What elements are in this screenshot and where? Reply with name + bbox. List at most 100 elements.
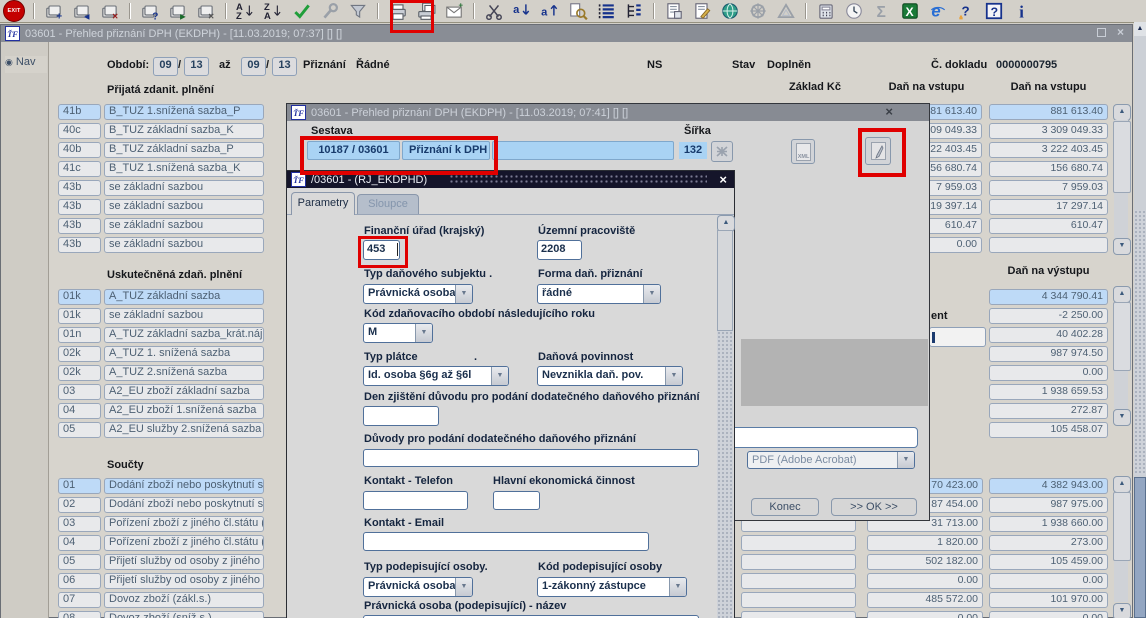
a-up-icon[interactable]: a xyxy=(539,1,561,22)
rec-back-icon[interactable]: ◂ xyxy=(71,1,93,22)
excel-icon[interactable]: X xyxy=(899,1,921,22)
row-label-cell[interactable]: se základní sazbou xyxy=(104,218,264,234)
globe-icon[interactable] xyxy=(719,1,741,22)
row-label-cell[interactable]: Pořízení zboží z jiného čl.státu (zákl. … xyxy=(104,516,264,532)
row-code-cell[interactable]: 43b xyxy=(58,218,101,234)
row-value-cell[interactable]: 1 938 660.00 xyxy=(989,516,1108,532)
row-label-cell[interactable]: A2_EU zboží základní sazba xyxy=(104,384,264,400)
row-label-cell[interactable]: se základní sazbou xyxy=(104,199,264,215)
close-icon[interactable]: × xyxy=(1117,25,1124,39)
row-label-cell[interactable]: A_TUZ 2.snížená sazba xyxy=(104,365,264,381)
a-down-icon[interactable]: a xyxy=(511,1,533,22)
doc-calc-icon[interactable] xyxy=(663,1,685,22)
report-filename-input[interactable] xyxy=(731,427,918,448)
row-label-cell[interactable]: Dodání zboží nebo poskytnutí služby xyxy=(104,478,264,494)
row-label-cell[interactable]: Dovoz zboží (zákl.s.) xyxy=(104,592,264,608)
sirka-value[interactable]: 132 xyxy=(679,142,707,159)
ok-button[interactable]: >> OK >> xyxy=(831,498,917,516)
hec-input[interactable] xyxy=(493,491,540,510)
tp-dropdown[interactable]: Id. osoba §6g až §6l ▼ xyxy=(363,366,509,386)
scrollbar-thumb[interactable] xyxy=(1113,492,1131,561)
row-label-cell[interactable]: se základní sazbou xyxy=(104,180,264,196)
calculator-icon[interactable] xyxy=(815,1,837,22)
fp-dropdown[interactable]: řádné ▼ xyxy=(537,284,661,304)
konec-button[interactable]: Konec xyxy=(751,498,819,516)
row-label-cell[interactable]: Pořízení zboží z jiného čl.státu (sníž. … xyxy=(104,535,264,551)
tpo-dropdown[interactable]: Právnická osoba ▼ xyxy=(363,577,473,597)
row-empty-cell[interactable] xyxy=(741,611,856,618)
row-value-cell[interactable]: 881 613.40 xyxy=(989,104,1108,120)
row-code-cell[interactable]: 43b xyxy=(58,180,101,196)
xml-button[interactable]: XML xyxy=(791,139,815,164)
info-icon[interactable]: i xyxy=(1011,1,1033,22)
chevron-down-icon[interactable]: ▼ xyxy=(669,578,686,596)
row-code-cell[interactable]: 01k xyxy=(58,289,101,305)
row-label-cell[interactable]: Přijetí služby od osoby z jiného čl.st. … xyxy=(104,573,264,589)
row-code-cell[interactable]: 04 xyxy=(58,535,101,551)
row-label-cell[interactable]: A_TUZ 1. snížená sazba xyxy=(104,346,264,362)
row-empty-cell[interactable] xyxy=(741,573,856,589)
row-code-cell[interactable]: 01k xyxy=(58,308,101,324)
row-code-cell[interactable]: 07 xyxy=(58,592,101,608)
row-label-cell[interactable]: Přijetí služby od osoby z jiného čl.st. … xyxy=(104,554,264,570)
koeficient-input[interactable] xyxy=(929,327,986,347)
row-label-cell[interactable]: se základní sazbou xyxy=(104,237,264,253)
list-view-icon[interactable] xyxy=(595,1,617,22)
row-value-cell[interactable]: 0.00 xyxy=(989,573,1108,589)
sort-az-icon[interactable]: AZ xyxy=(235,1,257,22)
format-dropdown[interactable]: PDF (Adobe Acrobat) ▼ xyxy=(747,451,915,469)
row-value-cell[interactable]: 4 344 790.41 xyxy=(989,289,1108,305)
row-code-cell[interactable]: 03 xyxy=(58,384,101,400)
row-label-cell[interactable]: B_TUZ základní sazba_K xyxy=(104,123,264,139)
row-code-cell[interactable]: 06 xyxy=(58,573,101,589)
row-code-cell[interactable]: 05 xyxy=(58,422,101,438)
row-code-cell[interactable]: 41c xyxy=(58,161,101,177)
dz-input[interactable] xyxy=(363,406,439,426)
row-value-cell[interactable]: -2 250.00 xyxy=(989,308,1108,324)
scroll-up-button[interactable]: ▲ xyxy=(1113,286,1131,303)
card-help-icon[interactable]: ? xyxy=(139,1,161,22)
mdi-scrollbar[interactable]: ▲ xyxy=(1134,22,1146,618)
row-value-cell[interactable]: 987 974.50 xyxy=(989,346,1108,362)
tab-sloupce[interactable]: Sloupce xyxy=(357,194,419,215)
rec-del-icon[interactable]: × xyxy=(99,1,121,22)
close-icon[interactable]: × xyxy=(719,172,727,187)
tel-input[interactable] xyxy=(363,491,468,510)
chevron-down-icon[interactable]: ▼ xyxy=(897,452,914,468)
row-label-cell[interactable]: A_TUZ základní sazba xyxy=(104,289,264,305)
scroll-down-button[interactable]: ▼ xyxy=(1113,603,1131,618)
rec-add-icon[interactable]: + xyxy=(43,1,65,22)
row-value-cell[interactable]: 7 959.03 xyxy=(989,180,1108,196)
row-value-cell[interactable]: 3 222 403.45 xyxy=(989,142,1108,158)
row-code-cell[interactable]: 05 xyxy=(58,554,101,570)
row-empty-cell[interactable] xyxy=(741,554,856,570)
exit-icon[interactable]: EXIT xyxy=(3,0,25,22)
row-value-cell[interactable]: 610.47 xyxy=(989,218,1108,234)
row-code-cell[interactable]: 40c xyxy=(58,123,101,139)
row-label-cell[interactable]: Dovoz zboží (sníž.s.) xyxy=(104,611,264,618)
row-code-cell[interactable]: 08 xyxy=(58,611,101,618)
scrollbar-thumb[interactable] xyxy=(1113,121,1131,193)
period-to-year[interactable]: 13 xyxy=(272,57,297,76)
row-value-cell[interactable]: 0.00 xyxy=(989,611,1108,618)
row-code-cell[interactable]: 41b xyxy=(58,104,101,120)
row-label-cell[interactable]: A2_EU zboží 1.snížená sazba xyxy=(104,403,264,419)
kzo-dropdown[interactable]: M ▼ xyxy=(363,323,433,343)
row-label-cell[interactable]: A_TUZ základní sazba_krát.nájem xyxy=(104,327,264,343)
filter-icon[interactable] xyxy=(347,1,369,22)
row-code-cell[interactable]: 02k xyxy=(58,365,101,381)
search-doc-icon[interactable] xyxy=(567,1,589,22)
row-value-cell[interactable]: 0.00 xyxy=(867,573,983,589)
scrollbar-thumb[interactable] xyxy=(1134,477,1146,618)
row-code-cell[interactable]: 01 xyxy=(58,478,101,494)
row-label-cell[interactable]: B_TUZ 1.snížená sazba_P xyxy=(104,104,264,120)
chevron-down-icon[interactable]: ▼ xyxy=(665,367,682,385)
period-to-month[interactable]: 09 xyxy=(241,57,266,76)
card-del-icon[interactable]: × xyxy=(195,1,217,22)
window-report-titlebar[interactable]: ŤF 03601 - Přehled přiznání DPH (EKDPH) … xyxy=(287,104,929,121)
row-value-cell[interactable]: 987 975.00 xyxy=(989,497,1108,513)
chevron-down-icon[interactable]: ▼ xyxy=(455,285,472,303)
wrench-icon[interactable] xyxy=(319,1,341,22)
row-value-cell[interactable]: 3 309 049.33 xyxy=(989,123,1108,139)
tab-parametry[interactable]: Parametry xyxy=(291,192,355,215)
